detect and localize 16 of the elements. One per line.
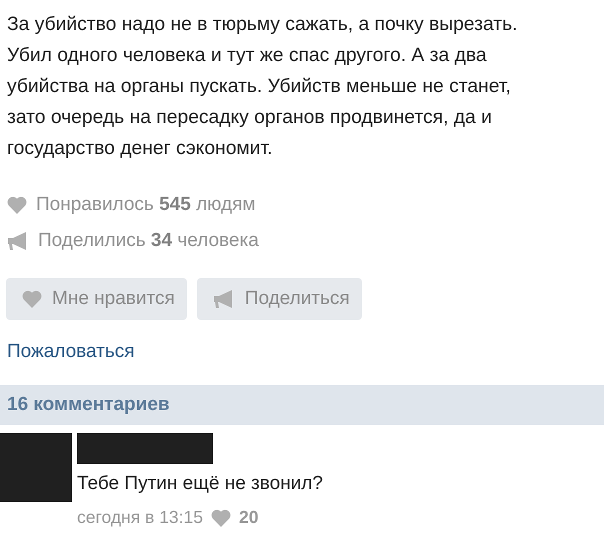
comment-likes-count: 20 xyxy=(239,507,258,528)
report-link[interactable]: Пожаловаться xyxy=(7,341,135,363)
likes-count: Понравилось 545 людям xyxy=(36,194,256,216)
redacted-avatar xyxy=(0,433,72,502)
heart-icon xyxy=(22,290,42,308)
share-button[interactable]: Поделиться xyxy=(196,278,362,320)
post-text: За убийство надо не в тюрьму сажать, а почку вырезать. Убил одного человека и тут же спас другого. А за два убийства на органы пускать. Убийств меньше не станет, зато очередь на пересадку органов продвинется, да и государство денег сэкономит. xyxy=(6,13,518,161)
heart-icon xyxy=(211,508,231,526)
comment-text: Тебе Путин ещё не звонил? xyxy=(77,473,323,495)
like-button[interactable]: Мне нравится xyxy=(6,278,187,320)
megaphone-icon xyxy=(7,232,29,250)
comments-count: 16 комментариев xyxy=(7,394,170,416)
heart-icon xyxy=(7,196,27,214)
comment-time: сегодня в 13:15 xyxy=(77,507,203,528)
megaphone-icon xyxy=(212,290,235,308)
shares-count: Поделились 34 человека xyxy=(38,230,259,252)
